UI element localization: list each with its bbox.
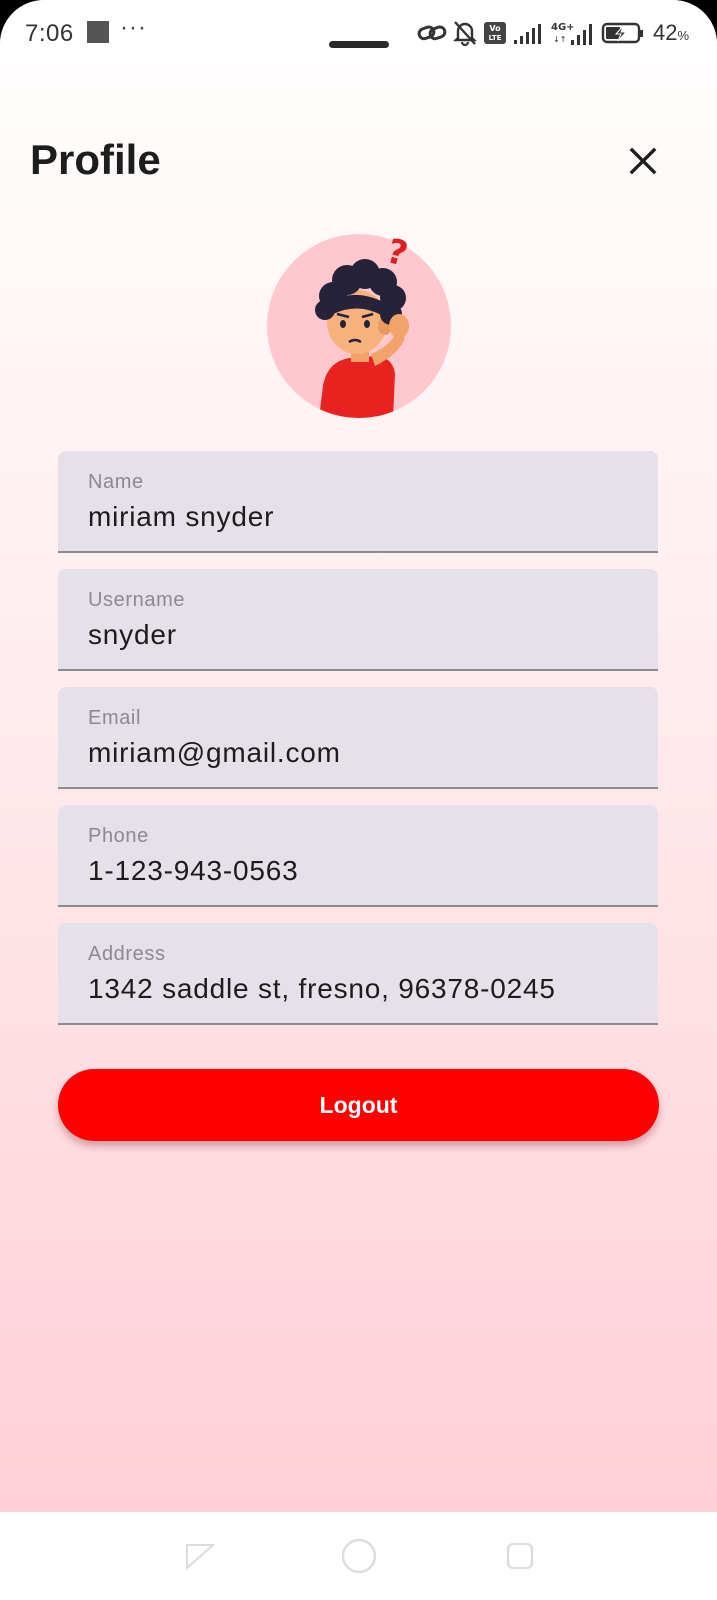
notification-square-icon — [87, 21, 109, 43]
name-field-value[interactable]: miriam snyder — [88, 501, 648, 533]
username-field-label: Username — [88, 589, 186, 611]
name-field-label: Name — [88, 471, 144, 493]
svg-text:4G+: 4G+ — [551, 22, 575, 33]
svg-text:Vo: Vo — [489, 24, 501, 33]
username-field-value[interactable]: snyder — [88, 619, 648, 651]
nav-recents-button[interactable] — [498, 1534, 542, 1578]
close-icon — [629, 147, 657, 175]
address-field-value[interactable]: 1342 saddle st, fresno, 96378-0245 — [88, 973, 648, 1005]
battery-percent: 42% — [652, 20, 689, 45]
battery-charging-icon — [601, 21, 645, 45]
phone-field-label: Phone — [88, 825, 149, 847]
username-field[interactable]: Username snyder — [58, 569, 658, 671]
status-bar: 7:06 ··· Vo LTE 4G+ ↓↑ 42% — [0, 0, 717, 66]
address-field-label: Address — [88, 943, 166, 965]
svg-text:LTE: LTE — [489, 34, 502, 42]
logout-button[interactable]: Logout — [58, 1069, 659, 1141]
phone-field[interactable]: Phone 1-123-943-0563 — [58, 805, 658, 907]
email-field[interactable]: Email miriam@gmail.com — [58, 687, 658, 789]
status-icons: Vo LTE 4G+ ↓↑ 42% — [417, 19, 689, 47]
status-time: 7:06 — [25, 20, 74, 47]
nav-back-button[interactable] — [178, 1534, 222, 1578]
link-icon — [417, 22, 447, 44]
avatar: ? — [267, 231, 451, 418]
more-notifications-icon: ··· — [120, 14, 147, 41]
phone-field-value[interactable]: 1-123-943-0563 — [88, 855, 648, 887]
nav-home-button[interactable] — [337, 1534, 381, 1578]
svg-text:?: ? — [382, 231, 411, 275]
logout-button-label: Logout — [319, 1091, 398, 1118]
volte-icon: Vo LTE — [483, 21, 507, 45]
4g-signal-icon: 4G+ ↓↑ — [551, 20, 595, 46]
recents-square-icon — [506, 1542, 534, 1570]
address-field[interactable]: Address 1342 saddle st, fresno, 96378-02… — [58, 923, 658, 1025]
back-triangle-icon — [186, 1544, 216, 1571]
navigation-bar — [0, 1512, 717, 1600]
name-field[interactable]: Name miriam snyder — [58, 451, 658, 553]
home-circle-icon — [341, 1538, 377, 1574]
email-field-value[interactable]: miriam@gmail.com — [88, 737, 648, 769]
confused-person-avatar-icon: ? — [315, 231, 412, 418]
camera-pill — [329, 41, 389, 48]
email-field-label: Email — [88, 707, 142, 729]
svg-text:↓↑: ↓↑ — [553, 35, 566, 44]
profile-screen: 7:06 ··· Vo LTE 4G+ ↓↑ 42% Profile ? Nam… — [0, 0, 717, 1600]
page-title: Profile — [30, 136, 161, 183]
bell-off-icon — [453, 20, 477, 46]
signal-icon — [513, 21, 545, 45]
close-button[interactable] — [622, 140, 664, 182]
